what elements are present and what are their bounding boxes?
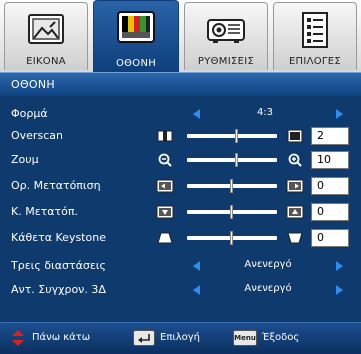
row-format[interactable]: Φορμά 4:3 <box>0 103 361 125</box>
tab-options-label: ΕΠΙΛΟΓΕΣ <box>288 56 342 67</box>
tab-settings[interactable]: ΡΥΘΜΙΣΕΙΣ <box>184 2 268 70</box>
row-horizontal-shift[interactable]: Ορ. Μετατόπιση 0 <box>0 175 361 197</box>
tab-picture[interactable]: ΕΙΚΟΝΑ <box>4 2 88 70</box>
section-title: ΟΘΟΝΗ <box>11 78 55 91</box>
tab-picture-label: ΕΙΚΟΝΑ <box>26 56 66 67</box>
keystone-label: Κάθετα Keystone <box>11 231 106 244</box>
zoom-slider[interactable] <box>187 153 277 167</box>
format-value: 4:3 <box>256 107 274 118</box>
vshift-label: Κ. Μετατόπ. <box>11 205 78 218</box>
overscan-slider[interactable] <box>187 129 277 143</box>
row-keystone[interactable]: Κάθετα Keystone 0 <box>0 227 361 249</box>
section-title-bar: ΟΘΟΝΗ <box>0 72 361 96</box>
row-vertical-shift[interactable]: Κ. Μετατόπ. 0 <box>0 201 361 223</box>
overscan-decrease-icon[interactable] <box>155 127 175 145</box>
tab-bar: ΕΙΚΟΝΑ ΟΘΟΝΗ ΡΥΘΜΙΣΕΙΣ ΕΠΙΛΟΓΕΣ <box>0 0 361 72</box>
threed-value: Ανενεργό <box>244 259 292 270</box>
threed-right-arrow-icon[interactable] <box>336 261 343 271</box>
hshift-right-icon[interactable] <box>285 177 305 195</box>
overscan-increase-icon[interactable] <box>285 127 305 145</box>
threed-left-arrow-icon[interactable] <box>193 261 200 271</box>
vshift-slider[interactable] <box>187 205 277 219</box>
keystone-value: 0 <box>311 229 349 247</box>
footer-select-label: Επιλογή <box>160 332 201 343</box>
sync3d-value: Ανενεργό <box>244 283 292 294</box>
format-label: Φορμά <box>11 107 48 120</box>
row-3d-sync-invert[interactable]: Αντ. Συγχρον. 3Δ Ανενεργό <box>0 279 361 301</box>
hshift-value: 0 <box>311 177 349 195</box>
keystone-slider[interactable] <box>187 231 277 245</box>
sync3d-right-arrow-icon[interactable] <box>336 285 343 295</box>
projector-icon <box>207 19 245 43</box>
keystone-narrow-bottom-icon[interactable] <box>285 229 305 247</box>
tab-screen[interactable]: ΟΘΟΝΗ <box>93 0 179 72</box>
vshift-down-icon[interactable] <box>155 203 175 221</box>
footer-exit-label: Έξοδος <box>262 332 300 343</box>
format-right-arrow-icon[interactable] <box>336 109 343 119</box>
up-down-arrows-icon <box>12 330 24 346</box>
hshift-slider[interactable] <box>187 179 277 193</box>
row-zoom[interactable]: Ζουμ 10 <box>0 149 361 171</box>
hshift-slider-thumb[interactable] <box>230 179 233 193</box>
tab-options[interactable]: ΕΠΙΛΟΓΕΣ <box>273 2 357 70</box>
row-overscan[interactable]: Overscan 2 <box>0 125 361 147</box>
enter-key-icon <box>133 330 155 346</box>
hshift-label: Ορ. Μετατόπιση <box>11 179 101 192</box>
vshift-slider-thumb[interactable] <box>230 205 233 219</box>
options-icon <box>302 12 328 48</box>
footer-hints: Πάνω κάτω Επιλογή Menu Έξοδος <box>0 322 361 354</box>
hshift-left-icon[interactable] <box>155 177 175 195</box>
zoom-value: 10 <box>311 151 349 169</box>
zoom-in-icon[interactable] <box>285 151 305 169</box>
tab-screen-label: ΟΘΟΝΗ <box>115 58 157 69</box>
format-left-arrow-icon[interactable] <box>193 109 200 119</box>
vshift-value: 0 <box>311 203 349 221</box>
zoom-out-icon[interactable] <box>155 151 175 169</box>
overscan-label: Overscan <box>11 129 63 142</box>
overscan-slider-thumb[interactable] <box>235 129 238 143</box>
menu-key-icon: Menu <box>233 330 257 346</box>
osd-menu: ΕΙΚΟΝΑ ΟΘΟΝΗ ΡΥΘΜΙΣΕΙΣ ΕΠΙΛΟΓΕΣ ΟΘΟΝΗ Φο… <box>0 0 361 354</box>
tab-settings-label: ΡΥΘΜΙΣΕΙΣ <box>197 56 255 67</box>
sync3d-label: Αντ. Συγχρον. 3Δ <box>11 283 106 296</box>
screen-icon <box>117 11 155 43</box>
keystone-narrow-top-icon[interactable] <box>155 229 175 247</box>
overscan-value: 2 <box>311 127 349 145</box>
picture-icon <box>28 14 64 44</box>
keystone-slider-thumb[interactable] <box>230 231 233 245</box>
zoom-slider-thumb[interactable] <box>235 153 238 167</box>
sync3d-left-arrow-icon[interactable] <box>193 285 200 295</box>
zoom-label: Ζουμ <box>11 153 39 166</box>
threed-label: Τρεις διαστάσεις <box>11 259 106 272</box>
footer-updown-label: Πάνω κάτω <box>32 332 91 343</box>
row-3d[interactable]: Τρεις διαστάσεις Ανενεργό <box>0 255 361 277</box>
vshift-up-icon[interactable] <box>285 203 305 221</box>
